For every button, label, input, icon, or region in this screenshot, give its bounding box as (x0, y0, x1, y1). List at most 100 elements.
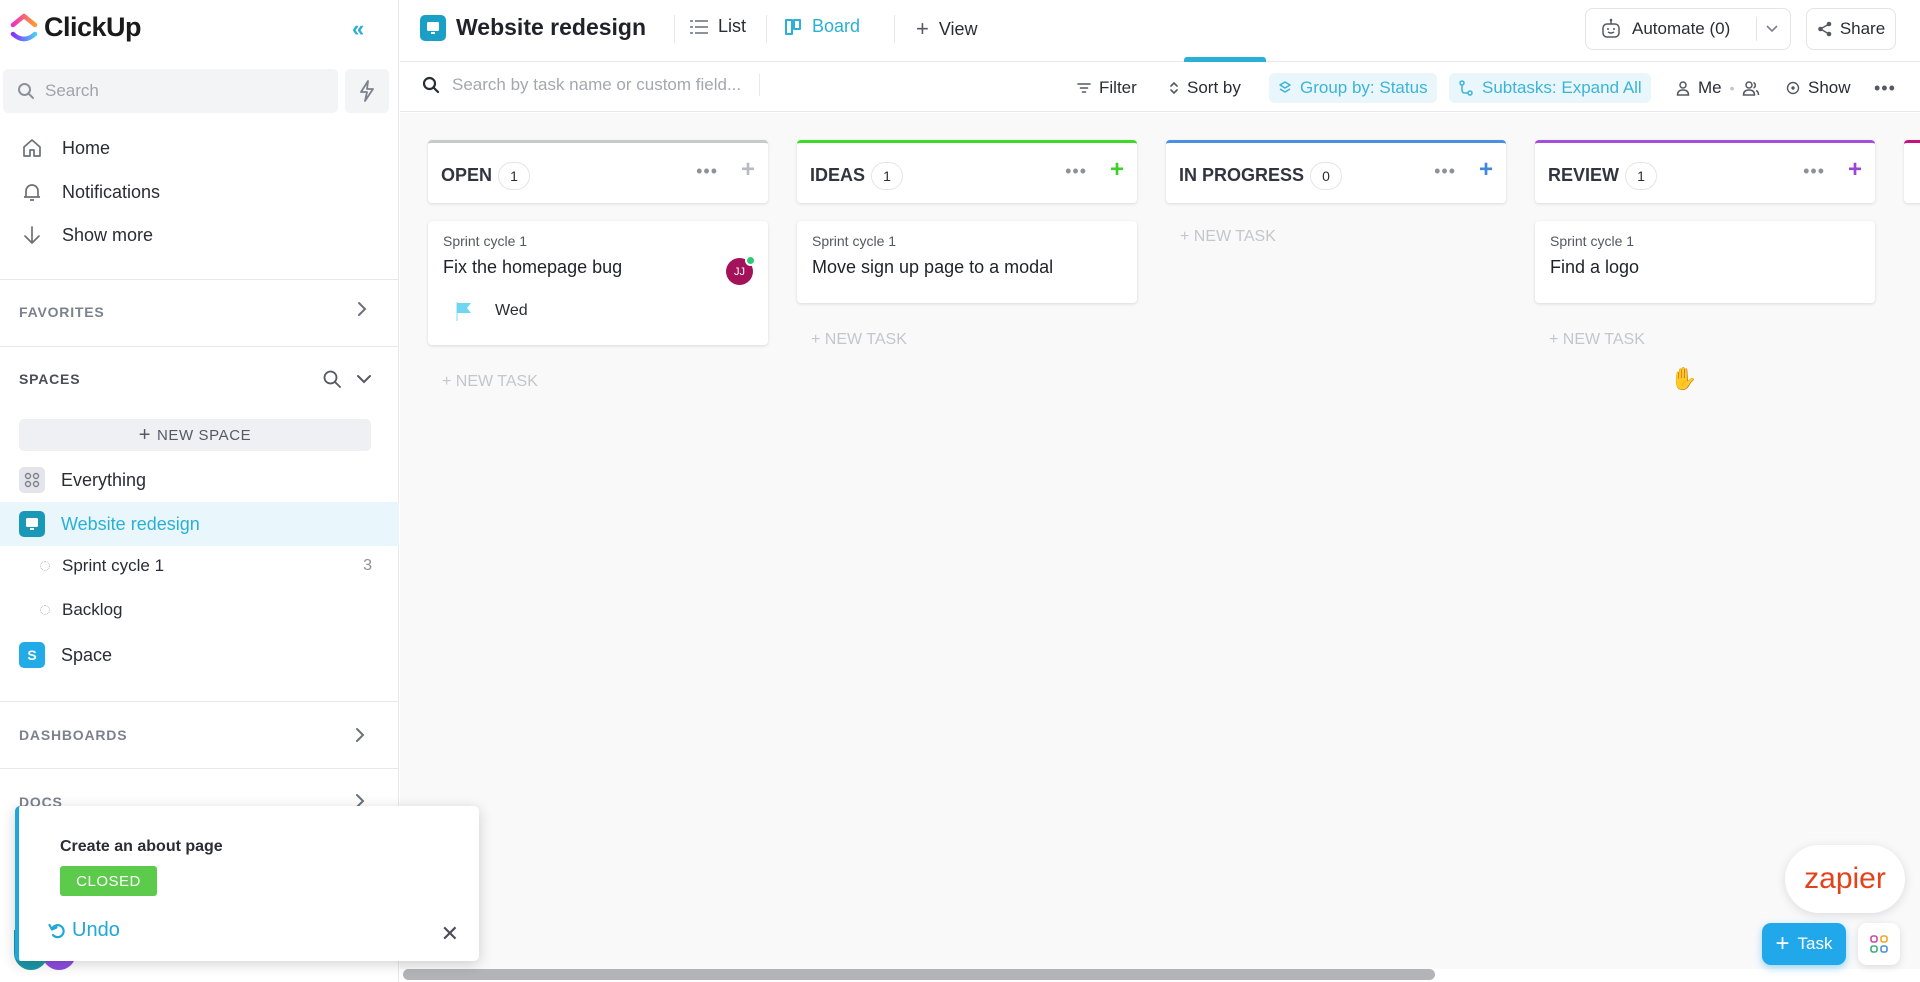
task-title: Move sign up page to a modal (812, 257, 1054, 277)
column-name: REVIEW (1548, 164, 1620, 185)
task-fab-label: Task (1797, 934, 1833, 953)
task-search-placeholder: Search by task name or custom field... (452, 75, 742, 94)
column-add-task-icon[interactable]: + (1110, 156, 1124, 184)
dashboards-header[interactable]: DASHBOARDS (19, 727, 127, 743)
assignees-button[interactable] (1742, 73, 1760, 103)
status-badge: CLOSED (60, 866, 157, 896)
user-icon (1676, 81, 1690, 96)
new-task-button[interactable]: + NEW TASK (1549, 331, 1645, 349)
task-card[interactable]: Sprint cycle 1 Move sign up page to a mod… (797, 221, 1137, 303)
favorites-header[interactable]: FAVORITES (19, 304, 105, 320)
task-search-input[interactable]: Search by task name or custom field... (422, 74, 761, 96)
subtasks-label: Subtasks: Expand All (1482, 78, 1642, 97)
undo-button[interactable]: Undo (48, 919, 120, 942)
list-icon (690, 19, 708, 34)
sidebar-item-notifications[interactable]: Notifications (20, 181, 160, 203)
search-icon (422, 76, 440, 94)
column-count: 1 (498, 162, 531, 190)
task-list-name: Sprint cycle 1 (812, 233, 897, 249)
share-icon (1818, 21, 1832, 37)
priority-flag-icon[interactable] (455, 300, 473, 322)
space-website-redesign[interactable]: Website redesign (0, 502, 399, 546)
column-more-icon[interactable]: ••• (1434, 161, 1456, 182)
me-filter-button[interactable]: Me • (1676, 73, 1735, 103)
new-task-fab[interactable]: + Task (1762, 923, 1846, 965)
share-button[interactable]: Share (1806, 8, 1896, 50)
automate-button[interactable]: Automate (0) (1585, 8, 1791, 50)
new-task-button[interactable]: + NEW TASK (811, 331, 907, 349)
column-add-task-icon[interactable]: + (1848, 156, 1862, 184)
column-count: 1 (1625, 162, 1658, 190)
sprint-cycle-label: Sprint cycle 1 (62, 556, 165, 575)
undo-toast: Create an about page CLOSED Undo ✕ (15, 806, 479, 961)
new-task-button[interactable]: + NEW TASK (1180, 228, 1276, 246)
column-header: IDEAS 1 ••• + (797, 140, 1137, 203)
apps-button[interactable] (1858, 923, 1900, 965)
monitor-icon (19, 511, 45, 537)
column-add-task-icon[interactable]: + (741, 156, 755, 184)
show-button[interactable]: Show (1786, 73, 1851, 103)
sidebar-item-show-more[interactable]: Show more (20, 224, 153, 246)
show-more-label: Show more (62, 224, 154, 245)
column-name: IDEAS (810, 164, 866, 185)
sidebar-item-home[interactable]: Home (20, 137, 110, 159)
zapier-button[interactable]: zapier (1785, 845, 1905, 913)
space-letter-icon: S (19, 642, 45, 668)
column-title: IN PROGRESS 0 (1179, 162, 1343, 190)
column-add-task-icon[interactable]: + (1479, 156, 1493, 184)
tab-list-label: List (718, 16, 747, 36)
clickup-logo[interactable]: ClickUp (10, 12, 142, 43)
home-icon (23, 139, 41, 157)
filter-button[interactable]: Filter (1077, 73, 1137, 103)
due-date[interactable]: Wed (495, 302, 528, 320)
list-backlog[interactable]: Backlog (0, 590, 399, 630)
automate-label: Automate (0) (1632, 19, 1731, 38)
space-space[interactable]: S Space (0, 633, 399, 677)
task-card[interactable]: Sprint cycle 1 Fix the homepage bug JJ Wed (428, 221, 768, 345)
more-options-icon[interactable]: ••• (1874, 73, 1896, 103)
tab-board-label: Board (812, 16, 861, 36)
quick-actions-button[interactable] (345, 69, 389, 113)
space-label: Space (61, 644, 113, 665)
subtasks-button[interactable]: Subtasks: Expand All (1449, 73, 1651, 103)
column-header: OPEN 1 ••• + (428, 140, 768, 203)
list-status-icon (40, 561, 50, 571)
sidebar-search-input[interactable]: Search (3, 69, 338, 113)
column-more-icon[interactable]: ••• (1803, 161, 1825, 182)
horizontal-scrollbar[interactable] (403, 969, 1435, 980)
spaces-chevron-down-icon[interactable] (355, 372, 373, 391)
column-more-icon[interactable]: ••• (1065, 161, 1087, 182)
favorites-chevron-right-icon[interactable] (356, 300, 368, 323)
backlog-label: Backlog (62, 600, 123, 619)
close-icon[interactable]: ✕ (441, 921, 459, 947)
spaces-search-icon[interactable] (322, 369, 342, 394)
clickup-app: ClickUp « Search Home Notifications Show… (0, 0, 1920, 982)
task-list-name: Sprint cycle 1 (443, 233, 528, 249)
space-everything[interactable]: Everything (0, 458, 399, 502)
column-more-icon[interactable]: ••• (696, 161, 718, 182)
board-canvas: OPEN 1 ••• + Sprint cycle 1 Fix the homepage … (400, 113, 1920, 969)
me-label: Me (1698, 78, 1722, 97)
spaces-header: SPACES (19, 371, 81, 387)
grid-icon (19, 467, 45, 493)
divider (1756, 17, 1757, 41)
divider (759, 74, 761, 96)
task-card[interactable]: Sprint cycle 1 Find a logo (1535, 221, 1875, 303)
column-title: REVIEW 1 (1548, 162, 1658, 190)
assignee-avatar[interactable]: JJ (726, 255, 756, 285)
sidebar-search-placeholder: Search (45, 81, 99, 100)
sort-button[interactable]: Sort by (1169, 73, 1241, 103)
tab-list[interactable]: List (690, 16, 746, 37)
new-space-button[interactable]: + NEW SPACE (19, 419, 371, 451)
list-sprint-cycle-1[interactable]: Sprint cycle 1 3 (0, 546, 399, 586)
tab-board[interactable]: Board (784, 16, 860, 37)
new-task-button[interactable]: + NEW TASK (442, 373, 538, 391)
chevron-down-icon[interactable] (1764, 18, 1780, 45)
separator-dot: • (1729, 80, 1735, 96)
add-view-button[interactable]: + View (916, 16, 978, 42)
group-by-button[interactable]: Group by: Status (1269, 73, 1437, 103)
collapse-sidebar-icon[interactable]: « (352, 16, 364, 42)
dashboards-chevron-right-icon[interactable] (354, 726, 366, 749)
divider (0, 279, 399, 280)
plus-icon: + (138, 423, 151, 446)
